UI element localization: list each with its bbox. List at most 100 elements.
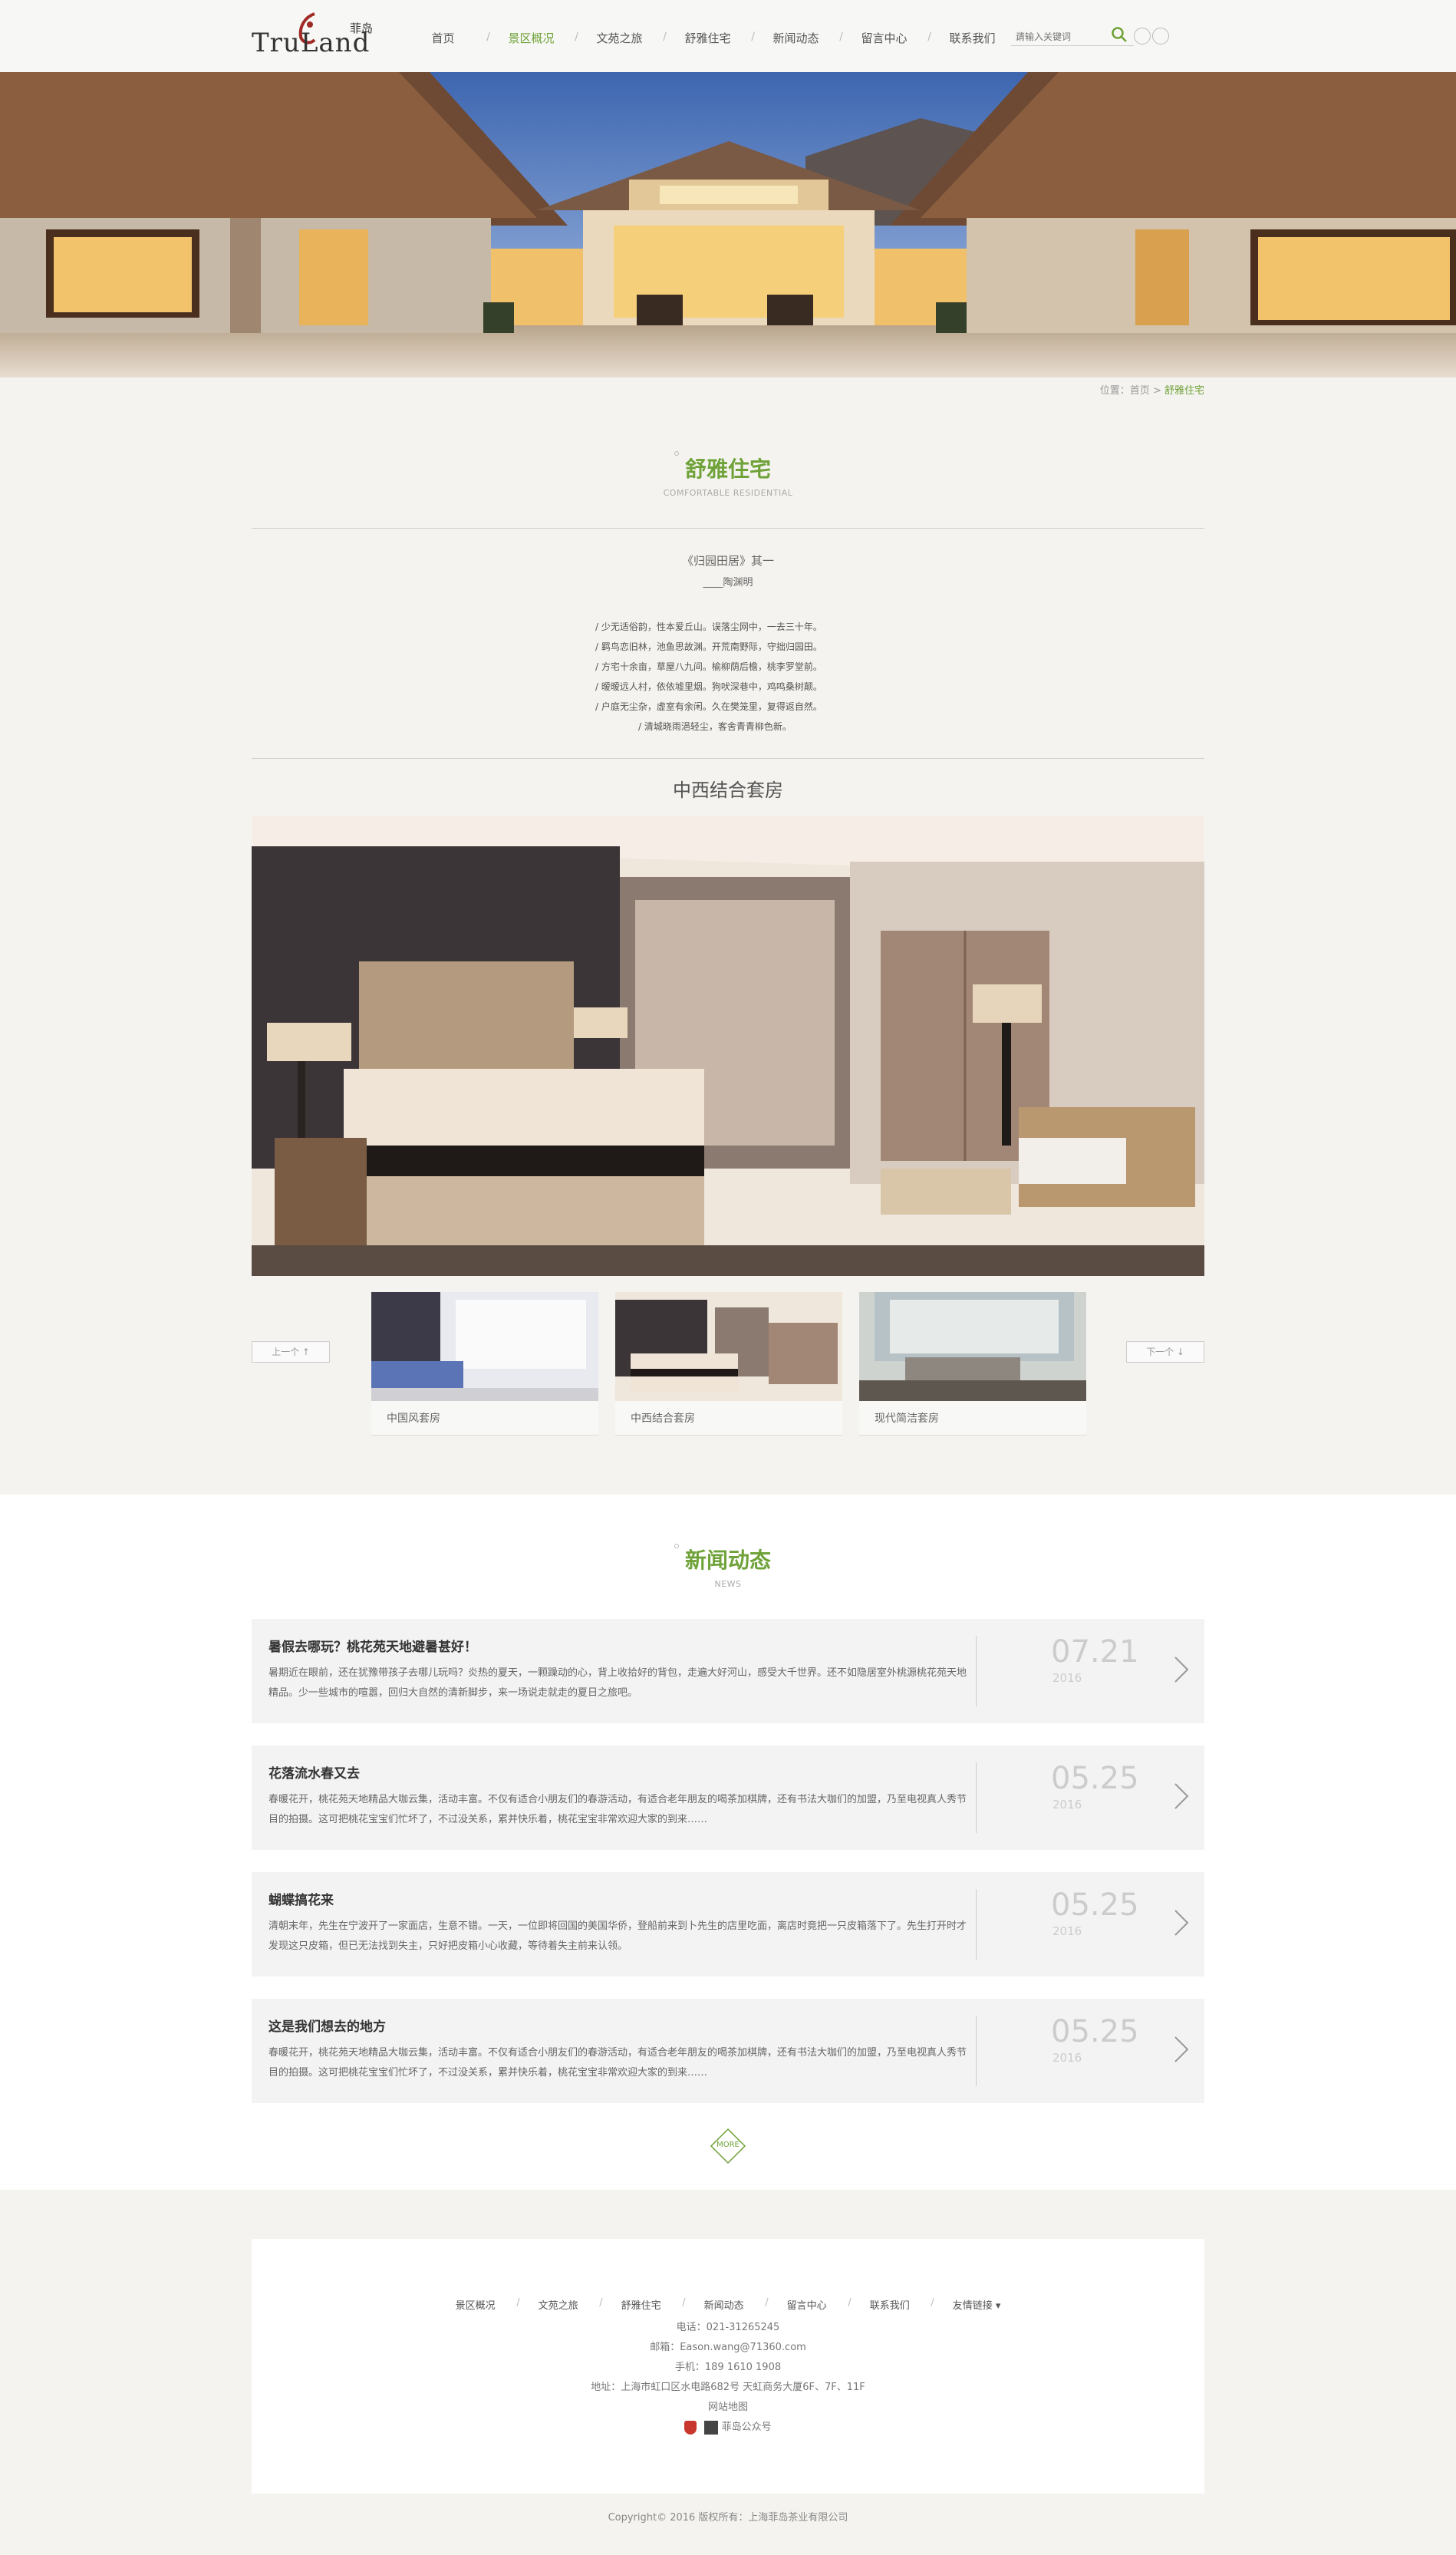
nav-item-culture-tour[interactable]: 文苑之旅 / — [575, 30, 667, 46]
wechat-icon[interactable] — [1152, 28, 1169, 45]
next-room-button[interactable]: 下一个 ↓ — [1126, 1341, 1204, 1363]
thumbnail-image — [371, 1292, 598, 1401]
sitemap-link[interactable]: 网站地图 — [252, 2398, 1204, 2413]
bedroom-illustration — [252, 816, 1204, 1276]
footer-email[interactable]: 邮箱：Eason.wang@71360.com — [252, 2339, 1204, 2353]
nav-item-residence[interactable]: 舒雅住宅 / — [664, 30, 755, 46]
news-card[interactable]: 蝴蝶搞花来 清朝末年，先生在宁波开了一家面店，生意不错。一天，一位即将回国的美国… — [252, 1872, 1204, 1976]
news-year: 2016 — [1052, 1924, 1082, 1938]
section-title-text: 新闻动态 — [684, 1548, 771, 1573]
chevron-right-icon[interactable] — [1172, 1654, 1191, 1685]
footer-link[interactable]: 联系我们 / — [848, 2297, 934, 2312]
divider — [976, 2016, 977, 2086]
footer-phone: 电话：021-31265245 — [676, 2322, 780, 2333]
footer: 景区概况 / 文苑之旅 / 舒雅住宅 / 新闻动态 / 留言中心 / 联系我们 / 友情链接… — [252, 2239, 1204, 2494]
nav-item-messages[interactable]: 留言中心 / — [840, 30, 931, 46]
section-title-text: 舒雅住宅 — [684, 457, 771, 482]
footer-mobile: 手机：189 1610 1908 — [674, 2362, 782, 2373]
room-thumbnail[interactable]: 中西结合套房 — [615, 1292, 842, 1436]
breadcrumb-home-link[interactable]: 首页 — [1130, 385, 1150, 397]
thumbnail-image — [615, 1292, 842, 1401]
news-desc: 春暖花开，桃花苑天地精品大咖云集，活动丰富。不仅有适合小朋友们的春游活动，有适合… — [268, 1794, 967, 1825]
main-nav: 首页 / 景区概况 / 文苑之旅 / 舒雅住宅 / 新闻动态 / 留言中心 / 联系我们 / — [399, 26, 1020, 49]
divider — [252, 758, 1204, 759]
news-card[interactable]: 花落流水春又去 春暖花开，桃花苑天地精品大咖云集，活动丰富。不仅有适合小朋友们的… — [252, 1746, 1204, 1850]
news-title[interactable]: 暑假去哪玩？桃花苑天地避暑甚好！ — [268, 1636, 477, 1655]
logo-cn-text: 菲岛 — [350, 21, 374, 35]
chevron-right-icon[interactable] — [1172, 1781, 1191, 1812]
breadcrumb: 位置：首页 > 舒雅住宅 — [1100, 382, 1204, 397]
poem-title: 《归园田居》其一 — [681, 554, 774, 568]
nav-item-news[interactable]: 新闻动态 / — [752, 30, 843, 46]
footer-nav: 景区概况 / 文苑之旅 / 舒雅住宅 / 新闻动态 / 留言中心 / 联系我们 / 友情链接… — [252, 2297, 1204, 2312]
poem-author: ____陶渊明 — [703, 577, 753, 588]
poem-line: / 羁鸟恋旧林，池鱼思故渊。开荒南野际，守拙归园田。 — [595, 641, 822, 652]
nav-item-home[interactable]: 首页 / — [399, 30, 490, 46]
room-title: 中西结合套房 — [673, 780, 783, 801]
more-label: MORE — [716, 2141, 740, 2149]
prev-room-button[interactable]: 上一个 ↑ — [252, 1341, 330, 1363]
footer-link[interactable]: 留言中心 / — [766, 2297, 852, 2312]
poem-line: / 少无适俗韵，性本爱丘山。误落尘网中，一去三十年。 — [595, 621, 822, 632]
more-news-button[interactable]: MORE — [710, 2128, 746, 2164]
footer-address: 地址：上海市虹口区水电路682号 天虹商务大厦6F、7F、11F — [591, 2382, 865, 2393]
search-icon[interactable] — [1111, 26, 1128, 43]
divider — [976, 1889, 977, 1960]
nav-item-contact[interactable]: 联系我们 / — [928, 30, 1020, 46]
thumbnail-caption: 中西结合套房 — [615, 1401, 842, 1436]
room-thumbnail[interactable]: 现代简洁套房 — [859, 1292, 1086, 1436]
breadcrumb-prefix: 位置： — [1099, 385, 1130, 397]
thumbnail-caption: 现代简洁套房 — [859, 1401, 1086, 1436]
poem-line: / 清城晓雨浥轻尘，客舍青青柳色新。 — [638, 721, 792, 732]
divider — [252, 528, 1204, 529]
news-year: 2016 — [1052, 1798, 1082, 1812]
footer-link[interactable]: 文苑之旅 / — [517, 2297, 603, 2312]
copyright: Copyright© 2016 版权所有：上海菲岛茶业有限公司 — [608, 2512, 848, 2524]
news-title[interactable]: 这是我们想去的地方 — [268, 2016, 386, 2035]
friend-links-dropdown[interactable]: 友情链接 ▾ — [931, 2297, 1023, 2312]
footer-link[interactable]: 景区概况 / — [434, 2297, 520, 2312]
poem-line: / 方宅十余亩，草屋八九间。榆柳荫后檐，桃李罗堂前。 — [595, 661, 822, 672]
site-logo[interactable]: TruLand 菲岛 — [252, 11, 374, 58]
breadcrumb-current: 舒雅住宅 — [1164, 385, 1204, 397]
divider — [976, 1636, 977, 1706]
breadcrumb-separator: > — [1152, 385, 1161, 397]
shield-icon — [684, 2420, 697, 2435]
hero-house-illustration — [0, 72, 1456, 377]
thumbnail-image — [859, 1292, 1086, 1401]
qr-code-icon — [704, 2420, 719, 2435]
news-title[interactable]: 蝴蝶搞花来 — [268, 1889, 334, 1908]
footer-link[interactable]: 新闻动态 / — [683, 2297, 769, 2312]
wechat-qr-row[interactable]: 菲岛公众号 — [252, 2418, 1204, 2435]
news-desc: 暑期近在眼前，还在犹豫带孩子去哪儿玩吗？炎热的夏天，一颗躁动的心，背上收拾好的背… — [268, 1667, 967, 1699]
section-subtitle-text: COMFORTABLE RESIDENTIAL — [663, 488, 793, 498]
news-date: 05.25 — [1051, 1887, 1139, 1923]
news-desc: 清朝末年，先生在宁波开了一家面店，生意不错。一天，一位即将回国的美国华侨，登船前… — [268, 1920, 967, 1952]
section-title-news: 新闻动态 NEWS — [0, 1544, 1456, 1589]
site-header: TruLand 菲岛 首页 / 景区概况 / 文苑之旅 / 舒雅住宅 / 新闻动态 / 留… — [0, 0, 1456, 72]
divider — [976, 1762, 977, 1833]
room-main-photo — [252, 816, 1204, 1276]
news-year: 2016 — [1052, 2051, 1082, 2065]
chevron-right-icon[interactable] — [1172, 2034, 1191, 2065]
room-thumbnail[interactable]: 中国风套房 — [371, 1292, 598, 1436]
footer-link[interactable]: 舒雅住宅 / — [600, 2297, 686, 2312]
hero-banner-image — [0, 72, 1456, 377]
news-card[interactable]: 这是我们想去的地方 春暖花开，桃花苑天地精品大咖云集，活动丰富。不仅有适合小朋友… — [252, 1999, 1204, 2103]
wechat-label: 菲岛公众号 — [721, 2421, 772, 2433]
news-year: 2016 — [1052, 1671, 1082, 1685]
weibo-icon[interactable] — [1134, 28, 1151, 45]
section-subtitle-text: NEWS — [714, 1579, 742, 1589]
news-desc: 春暖花开，桃花苑天地精品大咖云集，活动丰富。不仅有适合小朋友们的春游活动，有适合… — [268, 2047, 967, 2079]
room-thumbnails: 中国风套房 中西结合套房 现代简洁套房 — [371, 1292, 1086, 1436]
thumbnail-caption: 中国风套房 — [371, 1401, 598, 1436]
poem-line: / 户庭无尘杂，虚室有余闲。久在樊笼里，复得返自然。 — [595, 701, 822, 712]
news-date: 05.25 — [1051, 2014, 1139, 2049]
news-title[interactable]: 花落流水春又去 — [268, 1762, 360, 1782]
news-date: 05.25 — [1051, 1761, 1139, 1796]
nav-item-overview[interactable]: 景区概况 / — [487, 30, 578, 46]
news-card[interactable]: 暑假去哪玩？桃花苑天地避暑甚好！ 暑期近在眼前，还在犹豫带孩子去哪儿玩吗？炎热的… — [252, 1619, 1204, 1723]
poem-line: / 暧暧远人村，依依墟里烟。狗吠深巷中，鸡鸣桑树颠。 — [595, 681, 822, 692]
poem-lines: / 少无适俗韵，性本爱丘山。误落尘网中，一去三十年。 / 羁鸟恋旧林，池鱼思故渊… — [595, 617, 871, 737]
chevron-right-icon[interactable] — [1172, 1907, 1191, 1938]
